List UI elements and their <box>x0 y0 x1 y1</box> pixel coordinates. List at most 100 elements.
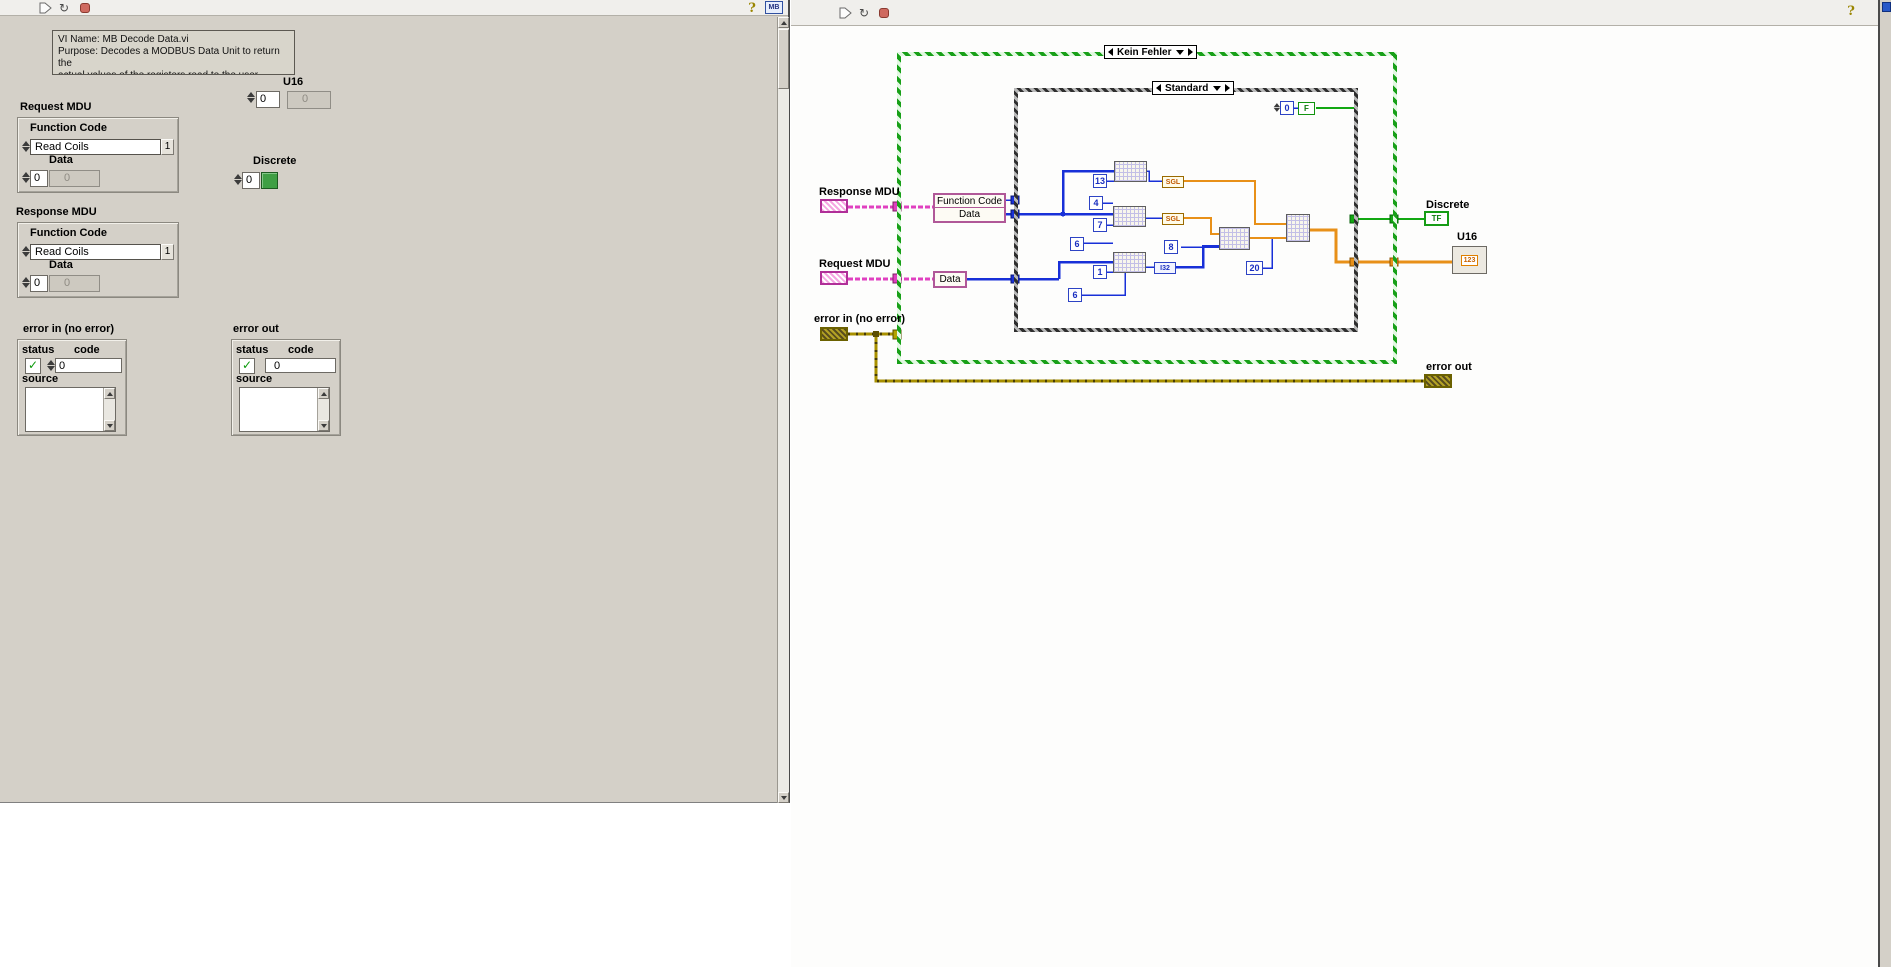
scrollbar-thumb[interactable] <box>778 29 789 89</box>
discrete-boolean-element[interactable] <box>261 172 278 189</box>
boolean-constant-f[interactable]: F <box>1298 102 1315 115</box>
constant-13[interactable]: 13 <box>1093 174 1108 188</box>
scroll-down-button[interactable] <box>778 792 789 803</box>
help-button[interactable]: ? <box>746 1 758 16</box>
u16-index-stepper[interactable] <box>246 91 255 104</box>
function-code-ring[interactable]: Read Coils <box>30 139 161 155</box>
source-field[interactable] <box>25 387 116 432</box>
case-next-icon[interactable] <box>1225 84 1231 92</box>
background-window-edge <box>1878 0 1891 967</box>
front-panel-toolbar: ↻ ? MB <box>0 0 788 16</box>
status-label: status <box>22 344 55 356</box>
arrow-down-icon <box>320 423 327 428</box>
data-index-stepper[interactable] <box>21 276 30 289</box>
front-panel-window: ↻ ? MB VI Name: MB Decode Data.vi Purpos… <box>0 0 790 803</box>
error-in-terminal-label: error in (no error) <box>814 313 906 325</box>
status-label: status <box>236 344 269 356</box>
arrow-up-icon <box>106 391 113 396</box>
request-mdu-terminal[interactable] <box>820 271 848 285</box>
chevron-down-icon[interactable] <box>1176 49 1185 55</box>
data-label: Data <box>49 259 73 271</box>
to-sgl-node[interactable]: SGL <box>1162 176 1184 188</box>
tooltip-line: actual values of the registers read to t… <box>58 70 289 74</box>
source-label: source <box>236 373 273 385</box>
increment-icon <box>21 141 30 146</box>
response-mdu-label: Response MDU <box>16 206 97 218</box>
case-prev-icon[interactable] <box>1108 48 1113 56</box>
unbundle-request-node[interactable]: Data <box>933 271 967 288</box>
discrete-index-field[interactable]: 0 <box>242 172 260 189</box>
error-in-terminal[interactable] <box>820 327 848 341</box>
decrement-icon <box>1273 107 1280 112</box>
scroll-up-button[interactable] <box>318 388 329 399</box>
data-label: Data <box>49 154 73 166</box>
discrete-index-stepper[interactable] <box>233 173 242 186</box>
scroll-up-button[interactable] <box>104 388 115 399</box>
to-sgl-node[interactable]: SGL <box>1162 213 1184 225</box>
data-index-stepper[interactable] <box>21 171 30 184</box>
constant-20[interactable]: 20 <box>1246 261 1263 275</box>
case-selector-label[interactable]: Standard <box>1165 83 1208 94</box>
decrement-icon <box>246 98 255 103</box>
index-array-node[interactable] <box>1113 252 1146 273</box>
function-code-ring[interactable]: Read Coils <box>30 244 161 260</box>
constant-6[interactable]: 6 <box>1068 288 1082 302</box>
scroll-up-button[interactable] <box>778 17 789 28</box>
code-stepper[interactable] <box>46 359 55 372</box>
source-scrollbar[interactable] <box>317 388 329 431</box>
run-arrow-icon <box>39 2 52 14</box>
decrement-icon <box>21 178 30 183</box>
to-i32-node[interactable]: I32 <box>1154 262 1176 274</box>
status-checkbox[interactable]: ✓ <box>25 358 41 374</box>
array-subset-node[interactable] <box>1219 227 1250 250</box>
scroll-down-button[interactable] <box>104 420 115 431</box>
index-array-node[interactable] <box>1114 161 1147 182</box>
constant-6[interactable]: 6 <box>1070 237 1084 251</box>
chevron-down-icon[interactable] <box>1213 85 1222 91</box>
source-label: source <box>22 373 59 385</box>
constant-7[interactable]: 7 <box>1093 218 1107 232</box>
constant-0[interactable]: 0 <box>1280 101 1294 115</box>
constant-4[interactable]: 4 <box>1089 196 1103 210</box>
run-button[interactable] <box>38 2 52 14</box>
case-selector-error[interactable]: Kein Fehler <box>1104 45 1198 59</box>
unbundle-row-function-code[interactable]: Function Code <box>935 195 1004 208</box>
error-out-terminal[interactable] <box>1424 374 1452 388</box>
arrow-down-icon <box>106 423 113 428</box>
case-selector-label[interactable]: Kein Fehler <box>1117 47 1171 58</box>
discrete-indicator[interactable]: TF <box>1424 211 1449 226</box>
case-selector-standard[interactable]: Standard <box>1152 81 1235 95</box>
u16-indicator[interactable]: 123 <box>1452 246 1487 274</box>
increment-icon <box>21 246 30 251</box>
unbundle-row-data[interactable]: Data <box>935 273 965 286</box>
case-structure-standard <box>1014 88 1358 332</box>
status-checkbox[interactable]: ✓ <box>239 358 255 374</box>
vi-icon-badge: MB <box>765 1 783 14</box>
function-code-stepper[interactable] <box>21 140 30 153</box>
data-element-field: 0 <box>49 275 100 292</box>
u16-index-field[interactable]: 0 <box>256 91 280 108</box>
index-array-node[interactable] <box>1113 206 1146 227</box>
response-mdu-terminal[interactable] <box>820 199 848 213</box>
panel-vertical-scrollbar[interactable] <box>777 17 789 803</box>
constant-8[interactable]: 8 <box>1164 240 1178 254</box>
abort-button[interactable] <box>80 3 90 13</box>
data-index-field[interactable]: 0 <box>30 275 48 292</box>
function-code-stepper[interactable] <box>21 245 30 258</box>
source-scrollbar[interactable] <box>103 388 115 431</box>
u16-element-field: 0 <box>287 91 331 109</box>
function-code-label: Function Code <box>30 122 107 134</box>
u16-label: U16 <box>283 76 304 88</box>
data-index-field[interactable]: 0 <box>30 170 48 187</box>
build-array-node[interactable] <box>1286 214 1310 242</box>
unbundle-row-data[interactable]: Data <box>935 208 1004 221</box>
unbundle-response-node[interactable]: Function Code Data <box>933 193 1006 223</box>
arrow-up-icon <box>780 20 787 25</box>
case-next-icon[interactable] <box>1188 48 1194 56</box>
case-prev-icon[interactable] <box>1156 84 1161 92</box>
code-field[interactable]: 0 <box>55 358 122 373</box>
constant-1[interactable]: 1 <box>1093 265 1107 279</box>
run-continuous-button[interactable]: ↻ <box>57 1 71 15</box>
scroll-down-button[interactable] <box>318 420 329 431</box>
decrement-icon <box>21 283 30 288</box>
